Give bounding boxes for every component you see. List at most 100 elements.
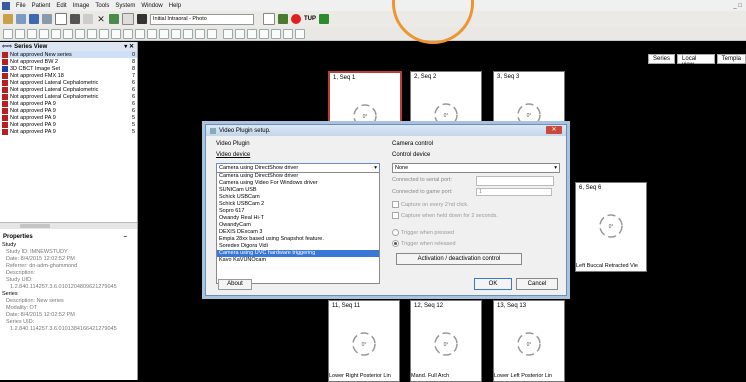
serial-port-select[interactable] — [476, 176, 554, 186]
menu-image[interactable]: Image — [70, 3, 93, 9]
device-option[interactable]: Owandy Real Hi-T — [217, 215, 379, 222]
ok-button[interactable]: OK — [474, 278, 512, 290]
series-row[interactable]: Not approved PA 95 — [0, 128, 137, 135]
series-row[interactable]: Not approved FMX 18 7 — [0, 72, 137, 79]
device-option[interactable]: Camera using Video For Windows driver — [217, 180, 379, 187]
contrast-icon[interactable] — [99, 28, 109, 39]
menu-edit[interactable]: Edit — [53, 3, 69, 9]
layout-3-icon[interactable] — [171, 28, 181, 39]
thumbnail-slot[interactable]: 6, Seq 6 0° Left Buccal Retracted Vie — [575, 182, 647, 272]
about-button[interactable]: About — [218, 279, 252, 290]
trigger-released-radio[interactable]: Trigger when released — [392, 240, 456, 247]
device-option[interactable]: Camera using DirectShow driver — [217, 173, 379, 180]
game-port-select[interactable]: 1 — [476, 188, 552, 196]
device-option[interactable]: Schick USBCam 2 — [217, 201, 379, 208]
record-icon[interactable] — [291, 14, 301, 24]
activation-control-button[interactable]: Activation / deactivation control — [396, 253, 522, 265]
zoom-icon[interactable] — [223, 28, 233, 39]
first-image-icon[interactable] — [263, 13, 275, 25]
trigger-pressed-radio[interactable]: Trigger when pressed — [392, 229, 454, 236]
menu-tools[interactable]: Tools — [92, 3, 112, 9]
crop-icon[interactable] — [75, 28, 85, 39]
print-icon[interactable] — [42, 14, 52, 24]
pane-pin-icon[interactable]: ▾ ✕ — [124, 43, 134, 50]
arrow-icon[interactable] — [295, 28, 305, 39]
series-row[interactable]: Not approved Lateral Cephalometric 6 — [0, 93, 137, 100]
annotate-icon[interactable] — [259, 28, 269, 39]
device-option[interactable]: Sopro 617 — [217, 208, 379, 215]
tup-label[interactable]: TUP — [304, 16, 316, 22]
series-row[interactable]: Not approved BW 28 — [0, 58, 137, 65]
device-option[interactable]: Soredex Digora Vidi — [217, 243, 379, 250]
control-device-select[interactable]: None ▾ — [392, 163, 560, 173]
mirror-icon[interactable] — [63, 28, 73, 39]
undo-icon[interactable] — [3, 28, 13, 39]
layout-1-icon[interactable] — [147, 28, 157, 39]
device-option[interactable]: DEXIS DExcam 3 — [217, 229, 379, 236]
menu-file[interactable]: File — [13, 3, 29, 9]
open-patient-icon[interactable] — [3, 14, 13, 24]
capture-held-checkbox[interactable]: Capture when held down for 2 seconds. — [392, 212, 498, 219]
rotate-right-icon[interactable] — [39, 28, 49, 39]
cancel-button[interactable]: Cancel — [516, 278, 558, 290]
series-row[interactable]: 3D CBCT Image Set 8 — [0, 65, 137, 72]
brightness-icon[interactable] — [87, 28, 97, 39]
thumbnail-slot[interactable]: 12, Seq 12 0° Mand. Full Arch — [410, 300, 482, 382]
layout-2-icon[interactable] — [159, 28, 169, 39]
menu-patient[interactable]: Patient — [29, 3, 54, 9]
window-controls[interactable]: _ □ — [733, 3, 742, 9]
template-combo[interactable]: Initial Intraoral - Photo — [150, 13, 254, 25]
series-row[interactable]: Not approved Lateral Cephalometric 6 — [0, 86, 137, 93]
new-window-icon[interactable] — [55, 13, 67, 25]
menu-window[interactable]: Window — [138, 3, 165, 9]
redo-icon[interactable] — [15, 28, 25, 39]
device-option-selected[interactable]: Camera using UVC hardware triggering — [217, 250, 379, 257]
tools-icon[interactable] — [319, 14, 329, 24]
series-row[interactable]: Not approved PA 96 — [0, 107, 137, 114]
acquire-icon[interactable] — [278, 14, 288, 24]
tab-templates[interactable]: Templa — [716, 54, 746, 64]
capture-every-checkbox[interactable]: Capture on every 2'nd click. — [392, 201, 469, 208]
tab-series[interactable]: Series — [648, 54, 676, 64]
monitor-icon[interactable] — [122, 13, 134, 25]
thumbnail-slot[interactable]: 11, Seq 11 0° Lower Right Posterior Lin — [328, 300, 400, 382]
series-row[interactable]: Not approved PA 95 — [0, 114, 137, 121]
series-icon[interactable] — [137, 14, 147, 24]
measure-icon[interactable] — [247, 28, 257, 39]
next-icon[interactable] — [207, 28, 217, 39]
device-option[interactable]: Kavo KaVUNOcam — [217, 257, 379, 264]
device-option[interactable]: Schick USBCam — [217, 194, 379, 201]
histogram-icon[interactable] — [283, 28, 293, 39]
camera-icon[interactable] — [70, 14, 80, 24]
device-option[interactable]: OwandyCam — [217, 222, 379, 229]
collapse-icon[interactable]: – — [124, 234, 127, 240]
series-row[interactable]: Not approved New series 0 — [0, 51, 137, 58]
series-scrollbar[interactable] — [0, 222, 137, 229]
grid-icon[interactable] — [109, 14, 119, 24]
close-x-icon[interactable]: ✕ — [96, 14, 106, 24]
scanner-icon[interactable] — [83, 14, 93, 24]
menu-help[interactable]: Help — [166, 3, 184, 9]
series-row[interactable]: Not approved PA 95 — [0, 121, 137, 128]
series-row[interactable]: Not approved Lateral Cephalometric 6 — [0, 79, 137, 86]
menu-system[interactable]: System — [112, 3, 138, 9]
compare-icon[interactable] — [271, 28, 281, 39]
nav-arrows-icon[interactable]: ⇦⇨ — [2, 43, 12, 50]
dialog-close-button[interactable]: ✕ — [546, 126, 562, 134]
zoom-fit-icon[interactable] — [235, 28, 245, 39]
tab-local-view[interactable]: Local view — [677, 54, 715, 68]
sharpen-icon[interactable] — [111, 28, 121, 39]
prev-icon[interactable] — [195, 28, 205, 39]
device-option[interactable]: Empia 28xx based using Snapshot feature. — [217, 236, 379, 243]
rotate-left-icon[interactable] — [27, 28, 37, 39]
series-row[interactable]: Not approved PA 96 — [0, 100, 137, 107]
disk-icon[interactable] — [29, 14, 39, 24]
invert-icon[interactable] — [123, 28, 133, 39]
flip-icon[interactable] — [51, 28, 61, 39]
scroll-thumb[interactable] — [20, 224, 50, 228]
thumbnail-slot[interactable]: 13, Seq 13 0° Lower Left Posterior Lin — [493, 300, 565, 382]
layout-4-icon[interactable] — [183, 28, 193, 39]
save-icon[interactable] — [16, 14, 26, 24]
dialog-titlebar[interactable]: Video Plugin setup. — [206, 125, 566, 136]
device-option[interactable]: SUNICam USB — [217, 187, 379, 194]
